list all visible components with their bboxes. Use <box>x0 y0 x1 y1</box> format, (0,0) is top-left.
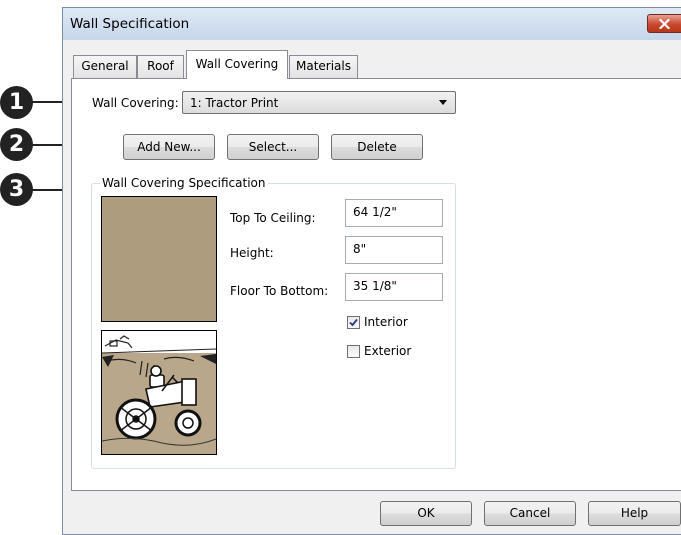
ok-button[interactable]: OK <box>380 501 472 526</box>
interior-checkbox[interactable] <box>347 316 360 329</box>
callout-3: 3 <box>0 173 33 206</box>
wall-covering-select[interactable]: 1: Tractor Print <box>182 91 456 114</box>
cancel-button[interactable]: Cancel <box>484 501 576 526</box>
title-bar: Wall Specification <box>63 8 681 40</box>
callout-2: 2 <box>0 128 33 161</box>
tab-general-label: General <box>81 59 129 73</box>
floor-to-bottom-value: 35 1/8" <box>353 279 397 293</box>
tab-wall-covering-label: Wall Covering <box>195 57 279 71</box>
select-button[interactable]: Select... <box>227 134 319 160</box>
tractor-image <box>102 331 216 446</box>
callout-1: 1 <box>0 86 33 119</box>
height-label: Height: <box>230 246 274 260</box>
tab-materials-label: Materials <box>295 59 351 73</box>
interior-label: Interior <box>364 315 408 329</box>
height-field[interactable]: 8" <box>345 236 443 264</box>
delete-button[interactable]: Delete <box>331 134 423 160</box>
top-to-ceiling-label: Top To Ceiling: <box>230 211 316 225</box>
tab-roof-label: Roof <box>147 59 174 73</box>
floor-to-bottom-label: Floor To Bottom: <box>230 284 329 298</box>
wall-covering-spec-group-label: Wall Covering Specification <box>100 176 268 190</box>
tab-materials[interactable]: Materials <box>289 55 358 78</box>
exterior-checkbox[interactable] <box>347 345 360 358</box>
add-new-button[interactable]: Add New... <box>123 134 215 160</box>
top-to-ceiling-value: 64 1/2" <box>353 205 397 219</box>
tractor-print-preview <box>101 330 217 455</box>
tab-general[interactable]: General <box>73 55 137 78</box>
chevron-down-icon <box>439 100 447 105</box>
close-button[interactable] <box>647 14 681 33</box>
wall-covering-value: 1: Tractor Print <box>190 96 279 110</box>
exterior-label: Exterior <box>364 344 412 358</box>
color-swatch <box>101 196 217 322</box>
dialog-title: Wall Specification <box>70 16 190 32</box>
tab-wall-covering[interactable]: Wall Covering <box>186 50 288 79</box>
close-icon <box>659 19 670 29</box>
floor-to-bottom-field[interactable]: 35 1/8" <box>345 273 443 301</box>
wall-covering-label: Wall Covering: <box>92 96 179 110</box>
tab-roof[interactable]: Roof <box>137 55 184 78</box>
checkmark-icon <box>349 318 358 327</box>
height-value: 8" <box>353 242 367 256</box>
top-to-ceiling-field[interactable]: 64 1/2" <box>345 199 443 227</box>
help-button[interactable]: Help <box>588 501 681 526</box>
